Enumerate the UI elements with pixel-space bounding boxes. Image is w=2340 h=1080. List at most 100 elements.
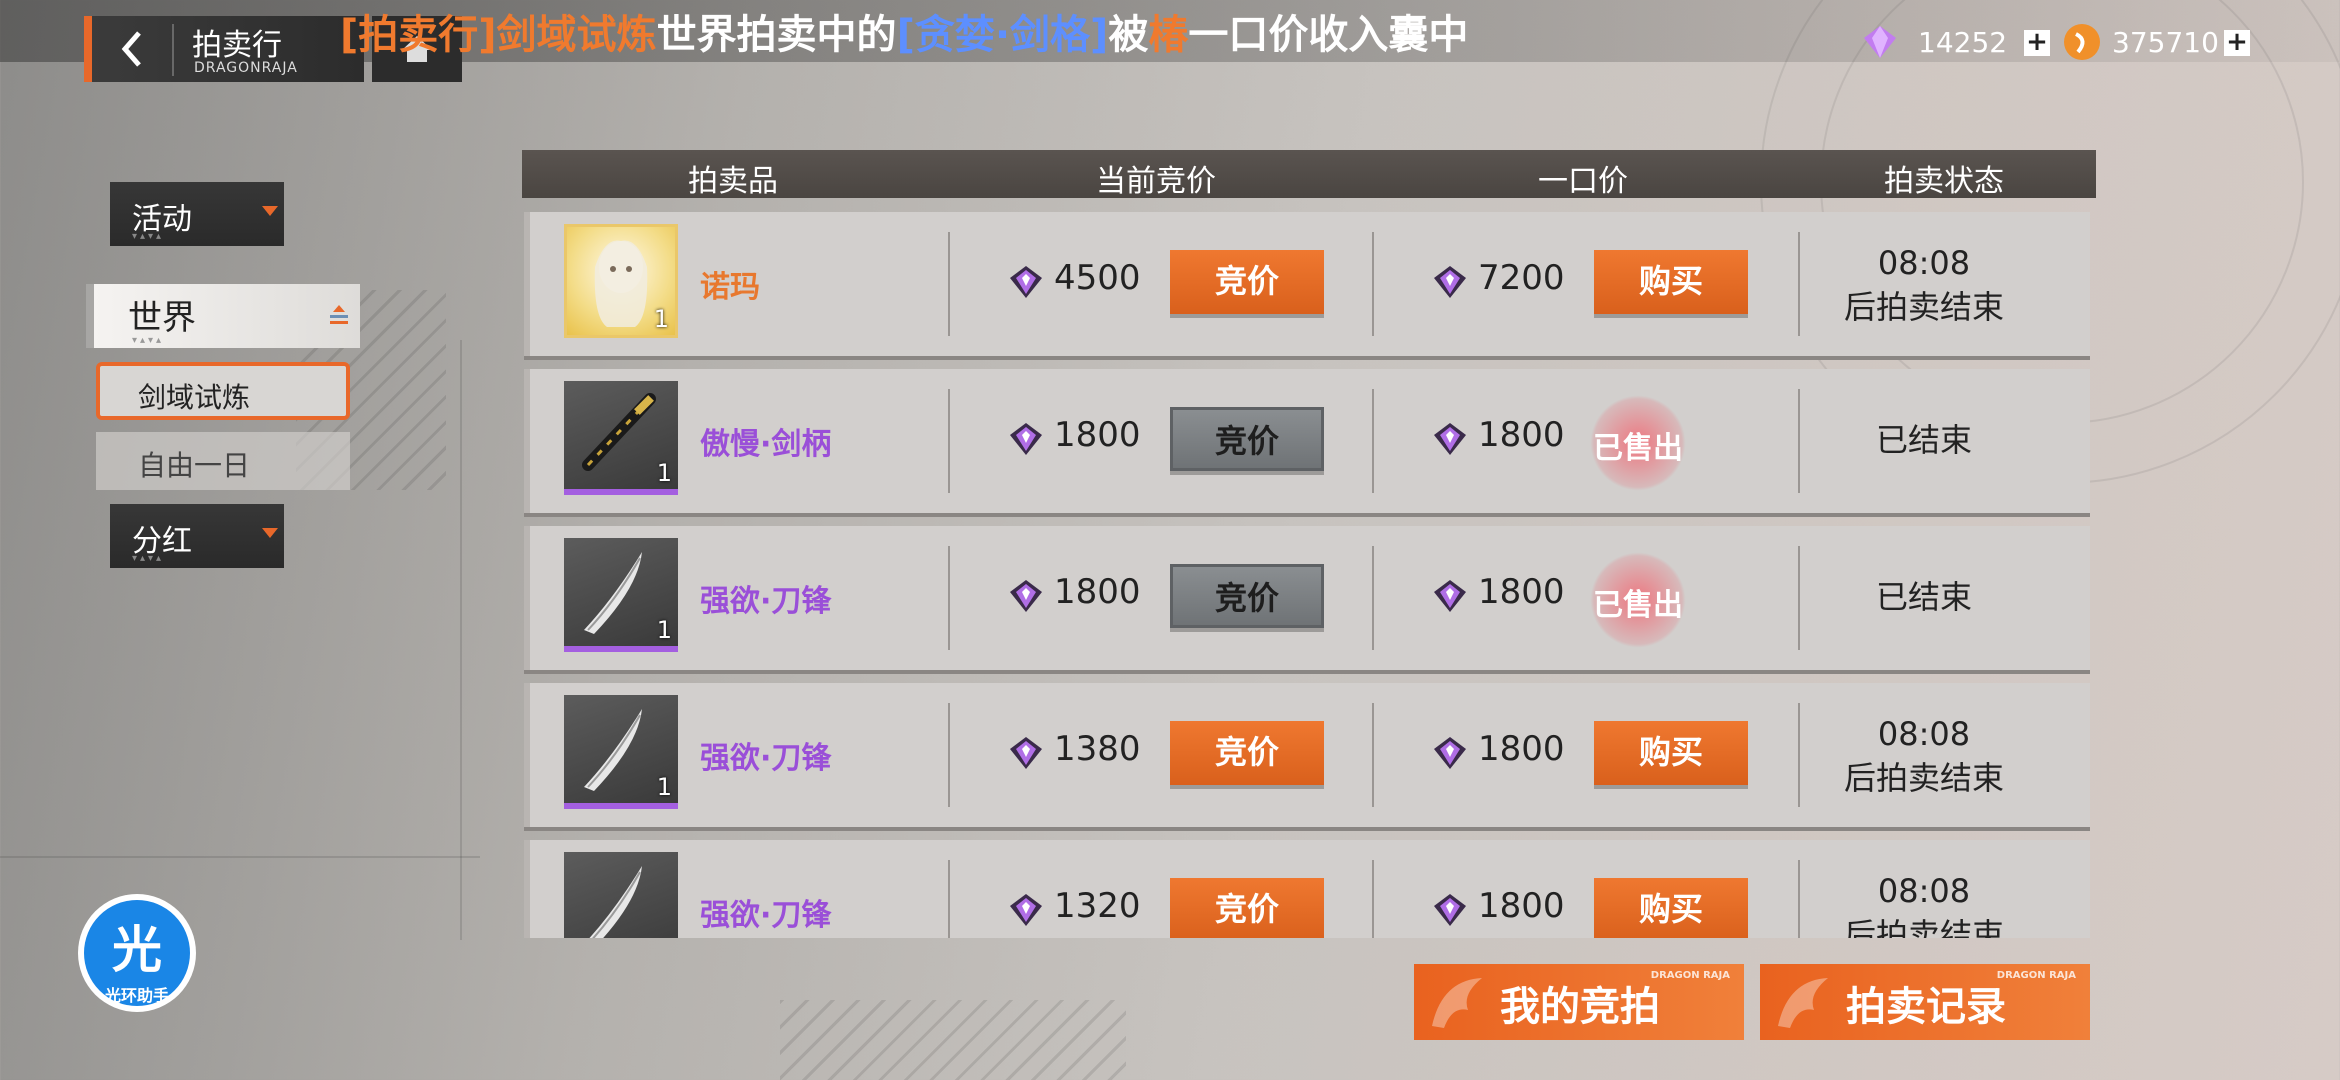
submenu-label: 自由一日 <box>138 449 251 482</box>
column-divider <box>1372 860 1374 938</box>
buyout-value: 1800 <box>1478 729 1565 769</box>
helper-badge: 光 光环助手 <box>84 900 190 1006</box>
auction-status: 已结束 <box>1804 572 2044 618</box>
item-count: 1 <box>656 773 672 801</box>
item-name: 诺玛 <box>700 270 760 305</box>
gem-icon <box>1432 264 1468 300</box>
gem-icon <box>1008 735 1044 771</box>
ticker-segment: 椿 <box>1148 12 1189 58</box>
table-row: 1 强欲·刀锋 1800 竞价 1800 已售出 已结束 <box>524 526 2090 670</box>
item-thumbnail[interactable]: 1 <box>564 224 678 338</box>
sold-out-label: 已售出 <box>1593 431 1683 466</box>
menu-world-label: 世界 <box>128 298 196 338</box>
bid-button[interactable]: 竞价 <box>1170 564 1324 628</box>
item-thumbnail[interactable]: 1 <box>564 538 678 652</box>
decorative-dots: ▾▴▾▴ <box>132 231 165 242</box>
sold-out-label: 已售出 <box>1593 588 1683 623</box>
buyout-value: 1800 <box>1478 886 1565 926</box>
page-title: 拍卖行 <box>192 28 282 63</box>
auction-list[interactable]: 1 诺玛 4500 竞价 7200 购买 08:08 后拍卖结束 1 傲慢·剑柄 1800 竞价 180… <box>520 212 2100 938</box>
ticker-segment: 一口价收入囊中 <box>1188 12 1469 58</box>
brand-tag: DRAGON RAJA <box>1996 970 2076 981</box>
buy-button[interactable]: 购买 <box>1594 878 1748 938</box>
menu-activity[interactable]: 活动 ▾▴▾▴ <box>110 182 284 246</box>
item-thumbnail[interactable]: 1 <box>564 381 678 495</box>
bid-button[interactable]: 竞价 <box>1170 721 1324 785</box>
buyout-value: 1800 <box>1478 415 1565 455</box>
auction-records-button[interactable]: 拍卖记录 DRAGON RAJA <box>1760 964 2090 1040</box>
table-row: 强欲·刀锋 1320 竞价 1800 购买 08:08 后拍卖结束 <box>524 840 2090 938</box>
item-name: 强欲·刀锋 <box>700 741 832 776</box>
brand-tag: DRAGON RAJA <box>1650 970 1730 981</box>
back-button[interactable] <box>108 22 156 76</box>
submenu-sword-trial[interactable]: 剑域试炼 <box>96 362 350 420</box>
status-line: 08:08 <box>1877 715 1971 753</box>
column-divider <box>948 389 950 493</box>
ticker-segment: 被 <box>1108 12 1149 58</box>
item-thumbnail[interactable] <box>564 852 678 938</box>
item-count: 1 <box>653 305 669 333</box>
status-line: 已结束 <box>1875 578 1972 616</box>
item-name: 傲慢·剑柄 <box>700 427 832 462</box>
dropdown-arrow-icon <box>262 206 278 216</box>
submenu-label: 剑域试炼 <box>138 381 251 414</box>
bid-button[interactable]: 竞价 <box>1170 878 1324 938</box>
decorative-dots: ▾▴▾▴ <box>132 553 165 564</box>
column-divider <box>1372 232 1374 336</box>
ticker-segment: [贪婪·剑格] <box>896 12 1109 58</box>
column-divider <box>1798 703 1800 807</box>
menu-world[interactable]: 世界 ▾▴▾▴ <box>86 284 360 348</box>
sold-out-stamp: 已售出 <box>1590 395 1686 491</box>
helper-assistant-button[interactable]: 光 光环助手 <box>78 894 196 1012</box>
blade-icon <box>589 866 642 938</box>
add-gems-button[interactable]: + <box>2024 29 2050 56</box>
dropdown-arrow-icon <box>262 528 278 538</box>
current-bid-value: 4500 <box>1054 258 1141 298</box>
item-thumbnail[interactable]: 1 <box>564 695 678 809</box>
gem-icon <box>1432 421 1468 457</box>
dragon-logo-icon <box>1778 978 1828 1028</box>
bid-button[interactable]: 竞价 <box>1170 407 1324 471</box>
gem-amount: 14252 <box>1918 26 2008 59</box>
status-line: 08:08 <box>1877 244 1971 282</box>
gem-icon <box>1432 892 1468 928</box>
column-divider <box>1798 389 1800 493</box>
status-line: 后拍卖结束 <box>1843 916 2004 938</box>
decorative-dots: ▾▴▾▴ <box>132 335 165 346</box>
auction-status: 08:08 后拍卖结束 <box>1804 872 2044 938</box>
item-count: 1 <box>656 459 672 487</box>
ticker-segment: [拍卖行]剑域试炼 <box>340 12 657 58</box>
current-bid-value: 1800 <box>1054 572 1141 612</box>
gem-icon <box>1432 578 1468 614</box>
buyout-value: 1800 <box>1478 572 1565 612</box>
table-header: 拍卖品 当前竞价 一口价 拍卖状态 <box>522 150 2096 199</box>
page-subtitle: DRAGONRAJA <box>194 60 298 76</box>
collapse-icon <box>330 305 348 324</box>
bid-button[interactable]: 竞价 <box>1170 250 1324 314</box>
column-header-item: 拍卖品 <box>688 164 778 199</box>
gem-icon <box>1008 264 1044 300</box>
auction-records-label: 拍卖记录 <box>1846 984 2006 1030</box>
status-line: 08:08 <box>1877 872 1971 910</box>
my-bids-button[interactable]: 我的竞拍 DRAGON RAJA <box>1414 964 1744 1040</box>
submenu-free-day[interactable]: 自由一日 <box>96 432 350 490</box>
gem-icon <box>1008 892 1044 928</box>
background-stripes-bottom <box>780 1000 1126 1080</box>
column-divider <box>1798 860 1800 938</box>
column-divider <box>1372 546 1374 650</box>
column-divider <box>1798 546 1800 650</box>
column-header-current-bid: 当前竞价 <box>1096 164 1216 199</box>
table-row: 1 诺玛 4500 竞价 7200 购买 08:08 后拍卖结束 <box>524 212 2090 356</box>
menu-dividend[interactable]: 分红 ▾▴▾▴ <box>110 504 284 568</box>
column-header-buyout: 一口价 <box>1538 164 1628 199</box>
column-divider <box>1372 389 1374 493</box>
add-coins-button[interactable]: + <box>2224 29 2250 56</box>
buy-button[interactable]: 购买 <box>1594 250 1748 314</box>
gem-icon <box>1432 735 1468 771</box>
column-divider <box>1372 703 1374 807</box>
divider <box>172 24 174 76</box>
ticker-segment: 世界拍卖中的 <box>656 12 897 58</box>
buy-button[interactable]: 购买 <box>1594 721 1748 785</box>
item-count: 1 <box>656 616 672 644</box>
column-divider <box>948 703 950 807</box>
